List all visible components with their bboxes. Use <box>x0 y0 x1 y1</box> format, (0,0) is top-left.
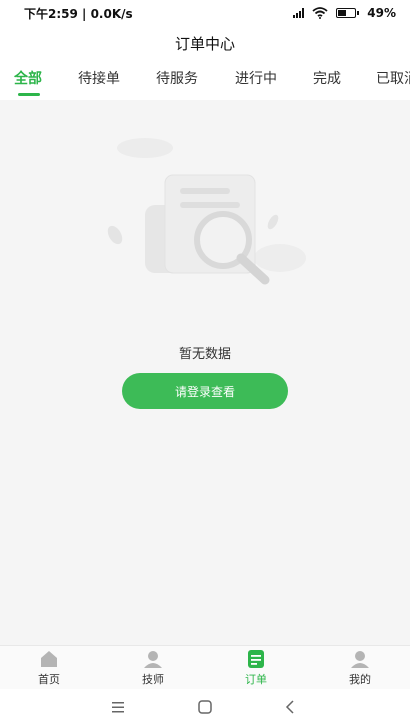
tab-indicator <box>18 93 40 96</box>
nav-profile-label: 我的 <box>349 673 371 686</box>
tab-cancelled[interactable]: 已取消 <box>376 68 410 88</box>
back-icon[interactable] <box>281 697 301 717</box>
nav-profile[interactable]: 我的 <box>330 650 390 687</box>
tab-in-progress[interactable]: 进行中 <box>235 68 277 88</box>
home-icon <box>41 651 57 667</box>
search-document-icon <box>107 138 306 285</box>
battery-icon <box>336 8 360 18</box>
battery-percent: 49% <box>367 6 396 20</box>
status-bar: 下午2:59 | 0.0K/s 49% <box>0 0 410 26</box>
nav-technician[interactable]: 技师 <box>123 650 183 687</box>
status-icons: 49% <box>293 6 396 20</box>
nav-home[interactable]: 首页 <box>19 650 79 687</box>
empty-message: 暂无数据 <box>178 347 231 362</box>
tab-all[interactable]: 全部 <box>14 68 42 88</box>
signal-icon <box>293 8 305 18</box>
bottom-nav: 首页 技师 订单 我的 <box>0 645 410 689</box>
nav-home-label: 首页 <box>38 673 60 686</box>
status-time-speed: 下午2:59 | 0.0K/s <box>24 6 133 21</box>
tab-pending-service[interactable]: 待服务 <box>156 68 198 88</box>
tab-pending-accept[interactable]: 待接单 <box>78 68 120 88</box>
nav-technician-label: 技师 <box>142 673 164 686</box>
wifi-icon <box>312 7 328 19</box>
user-icon <box>351 651 369 668</box>
nav-orders-label: 订单 <box>245 673 267 686</box>
home-button-icon[interactable] <box>195 697 215 717</box>
order-tabs: 全部 待接单 待服务 进行中 完成 已取消 <box>0 60 410 100</box>
login-button[interactable]: 请登录查看 <box>122 373 288 409</box>
tab-completed[interactable]: 完成 <box>313 68 341 88</box>
page-title: 订单中心 <box>0 26 410 60</box>
nav-orders[interactable]: 订单 <box>226 650 286 687</box>
system-nav-bar <box>0 689 410 724</box>
order-list-icon <box>248 650 264 668</box>
technician-icon <box>144 651 162 668</box>
menu-icon[interactable] <box>108 697 128 717</box>
